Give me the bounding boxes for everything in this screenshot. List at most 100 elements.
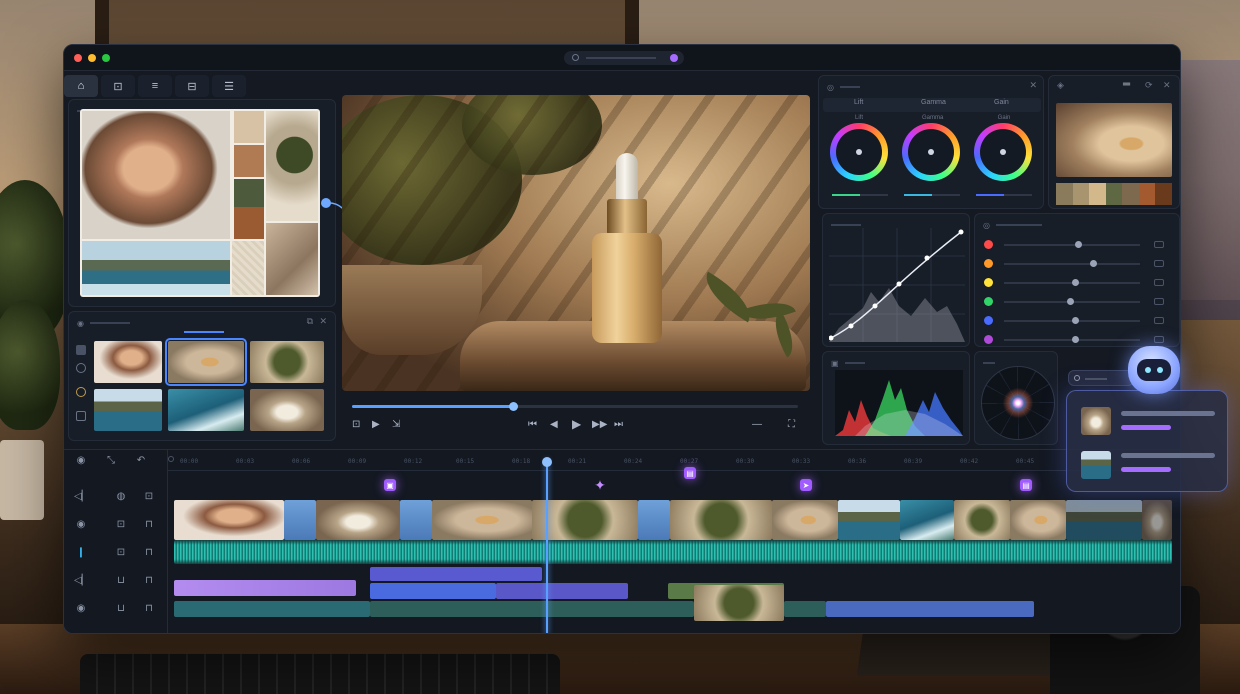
slider-handle[interactable] — [1066, 298, 1074, 305]
track-lock-icon[interactable]: ⊓ — [142, 603, 156, 614]
moodboard-swatch[interactable] — [234, 145, 264, 177]
moodboard-olive-image[interactable] — [266, 111, 318, 221]
chat-marker[interactable]: ▤ — [684, 467, 696, 479]
palette-swatch[interactable] — [1155, 183, 1173, 205]
slider-reset-icon[interactable] — [1154, 336, 1164, 343]
media-thumb[interactable] — [250, 389, 324, 431]
track-unlock-icon[interactable]: ⊔ — [114, 603, 128, 614]
reference-panel-refresh-icon[interactable]: ⟳ — [1145, 80, 1153, 91]
media-filter-icon[interactable] — [76, 363, 86, 373]
overlay-clip[interactable] — [496, 583, 628, 599]
media-thumb[interactable] — [94, 341, 162, 383]
wheel-handle[interactable] — [1000, 149, 1006, 155]
slider-reset-icon[interactable] — [1154, 298, 1164, 305]
tab-import[interactable]: ⊡ — [101, 75, 135, 97]
palette-swatch[interactable] — [1122, 183, 1139, 205]
tab-folder[interactable]: ⊟ — [175, 75, 209, 97]
play-range-icon[interactable]: ▶ — [372, 419, 380, 430]
curve-point[interactable] — [924, 255, 930, 261]
hue-slider[interactable] — [1004, 336, 1140, 343]
media-thumb-selected[interactable] — [165, 338, 247, 386]
curve-point[interactable] — [896, 281, 902, 287]
video-clip[interactable] — [1066, 500, 1142, 540]
slider-reset-icon[interactable] — [1154, 241, 1164, 248]
sparkle-marker[interactable]: ✦ — [594, 477, 606, 493]
media-thumb[interactable] — [250, 341, 324, 383]
playhead[interactable] — [546, 459, 548, 633]
overlay-clip[interactable] — [370, 583, 496, 599]
step-forward-icon[interactable]: ▶▶ — [592, 419, 607, 430]
comment-marker[interactable]: ▣ — [384, 479, 396, 491]
overlay-clip[interactable] — [370, 567, 542, 581]
broll-image-clip[interactable] — [694, 585, 784, 621]
moodboard-rock-image[interactable] — [266, 223, 318, 295]
video-clip[interactable] — [316, 500, 400, 540]
audio-track-icon[interactable]: ◁▏ — [74, 491, 89, 502]
video-clip[interactable] — [1010, 500, 1066, 540]
media-grid-icon[interactable] — [76, 345, 86, 355]
slider-handle[interactable] — [1072, 317, 1079, 324]
video-clip[interactable] — [1142, 500, 1172, 540]
moodboard-swatch[interactable] — [234, 207, 264, 239]
gain-color-wheel[interactable] — [974, 123, 1032, 181]
moodboard-swatch[interactable] — [234, 111, 264, 143]
voiceover-clip[interactable] — [826, 601, 1034, 617]
media-thumb[interactable] — [94, 389, 162, 431]
suggestion-thumb[interactable] — [1081, 407, 1111, 435]
send-marker[interactable]: ➤ — [800, 479, 812, 491]
step-back-icon[interactable]: ◀ — [550, 419, 558, 430]
maximize-window-button[interactable] — [102, 54, 110, 62]
track-lock-icon[interactable]: ⊓ — [142, 547, 156, 558]
scrub-handle[interactable] — [508, 402, 518, 411]
skip-back-icon[interactable]: ⏮ — [528, 419, 537, 430]
audio-waveform-clip[interactable] — [174, 540, 1172, 564]
slider-reset-icon[interactable] — [1154, 260, 1164, 267]
video-clip[interactable] — [670, 500, 772, 540]
speaker-icon[interactable]: ◁▏ — [74, 575, 89, 586]
ai-assistant-robot-icon[interactable] — [1128, 346, 1180, 394]
palette-swatch[interactable] — [1089, 183, 1106, 205]
link-node[interactable] — [321, 198, 331, 208]
music-clip[interactable] — [784, 601, 826, 617]
view-toggle-icon[interactable]: ◉ — [74, 455, 88, 466]
palette-swatch[interactable] — [1105, 183, 1123, 205]
skip-forward-icon[interactable]: ⏭ — [614, 419, 623, 430]
media-thumb[interactable] — [168, 389, 244, 431]
transition-clip[interactable] — [400, 500, 432, 540]
video-clip[interactable] — [900, 500, 954, 540]
media-bin-layout-icon[interactable]: ⧉ — [307, 316, 313, 327]
palette-swatch[interactable] — [1138, 183, 1156, 205]
close-window-button[interactable] — [74, 54, 82, 62]
chat-marker[interactable]: ▤ — [1020, 479, 1032, 491]
curves-graph[interactable] — [829, 228, 965, 342]
media-bin-close-icon[interactable]: ✕ — [319, 316, 327, 327]
mark-in-icon[interactable]: ⊡ — [352, 419, 360, 430]
palette-swatch[interactable] — [1072, 183, 1090, 205]
hue-slider[interactable] — [1004, 317, 1140, 324]
transition-clip[interactable] — [284, 500, 316, 540]
minimize-window-button[interactable] — [88, 54, 96, 62]
media-more-icon[interactable] — [76, 411, 86, 421]
video-clip[interactable] — [838, 500, 900, 540]
undo-icon[interactable]: ↶ — [134, 455, 148, 466]
title-clip[interactable] — [174, 580, 356, 596]
slider-handle[interactable] — [1072, 279, 1079, 286]
track-record-icon[interactable]: ⊡ — [142, 491, 156, 502]
video-clip[interactable] — [954, 500, 1010, 540]
media-audio-icon[interactable] — [76, 387, 86, 397]
moodboard-portrait-image[interactable] — [82, 111, 230, 239]
hue-slider[interactable] — [1004, 241, 1140, 248]
fullscreen-icon[interactable]: ⛶ — [788, 419, 795, 430]
transition-clip[interactable] — [638, 500, 670, 540]
wheel-handle[interactable] — [856, 149, 862, 155]
slider-handle[interactable] — [1074, 241, 1082, 248]
slider-reset-icon[interactable] — [1154, 317, 1164, 324]
preview-viewer[interactable] — [342, 95, 810, 391]
curve-point[interactable] — [958, 229, 964, 235]
gamma-color-wheel[interactable] — [902, 123, 960, 181]
assistant-chip[interactable] — [1068, 370, 1134, 386]
moodboard-sand-image[interactable] — [232, 241, 264, 295]
video-clip[interactable] — [772, 500, 838, 540]
curve-point[interactable] — [872, 303, 878, 309]
track-visibility-icon[interactable]: ◉ — [74, 603, 88, 614]
